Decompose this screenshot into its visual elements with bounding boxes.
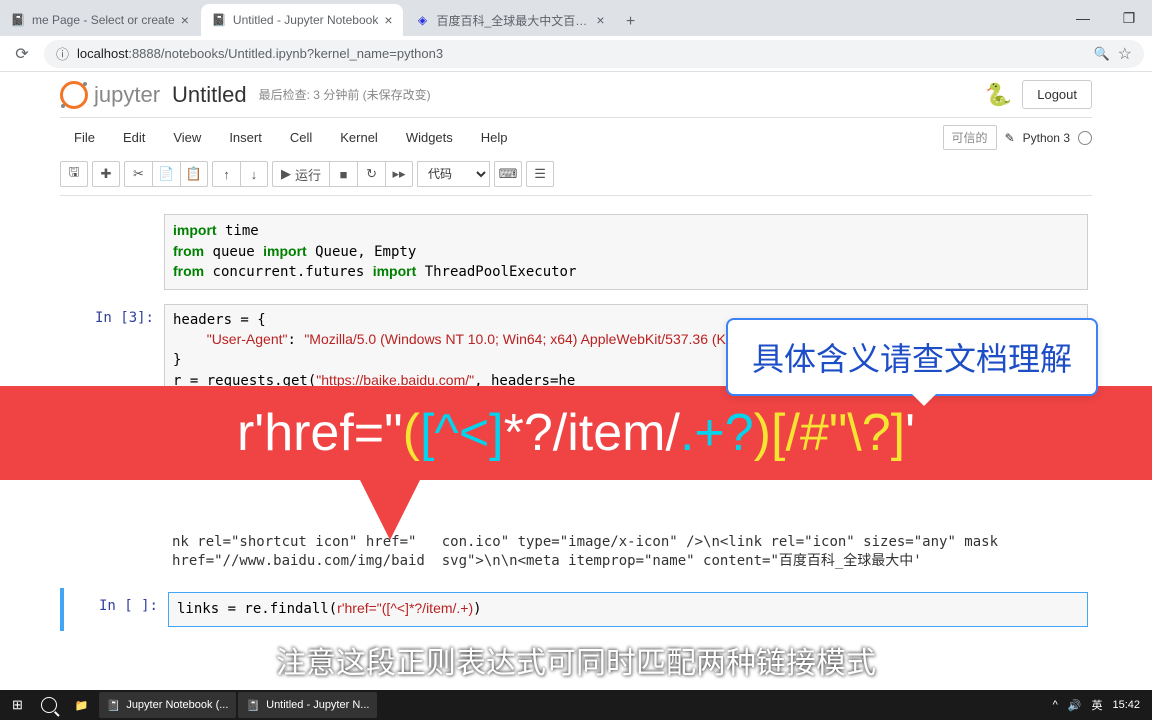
menu-cell[interactable]: Cell bbox=[276, 124, 326, 151]
edit-icon[interactable]: ✎ bbox=[1005, 131, 1015, 145]
menu-insert[interactable]: Insert bbox=[215, 124, 276, 151]
cell-output: nk rel="shortcut icon" href=" con.ico" t… bbox=[164, 527, 1088, 578]
volume-icon[interactable]: 🔊 bbox=[1068, 699, 1082, 712]
browser-tab[interactable]: ◈ 百度百科_全球最大中文百科全书 × bbox=[405, 4, 615, 36]
url-input[interactable]: ⓘ localhost:8888/notebooks/Untitled.ipyn… bbox=[44, 40, 1144, 68]
overlay-pointer bbox=[360, 480, 420, 540]
kernel-status-icon bbox=[1078, 131, 1092, 145]
search-icon bbox=[41, 697, 57, 713]
cell-input[interactable]: import time from queue import Queue, Emp… bbox=[164, 214, 1088, 290]
restart-button[interactable]: ↻ bbox=[357, 161, 385, 187]
zoom-icon[interactable]: 🔍 bbox=[1093, 46, 1109, 62]
menu-kernel[interactable]: Kernel bbox=[326, 124, 392, 151]
maximize-button[interactable]: ❐ bbox=[1106, 0, 1152, 36]
checkpoint-status: 最后检查: 3 分钟前 (未保存改变) bbox=[259, 86, 431, 103]
regex-overlay: r'href="([^<]*?/item/.+?)[/#"\?]' bbox=[0, 386, 1152, 480]
baidu-icon: ◈ bbox=[415, 12, 431, 28]
notebook-icon: 📓 bbox=[10, 12, 26, 28]
restart-run-button[interactable]: ▸▸ bbox=[385, 161, 413, 187]
window-controls: — ❐ bbox=[1060, 0, 1152, 36]
menu-widgets[interactable]: Widgets bbox=[392, 124, 467, 151]
close-icon[interactable]: × bbox=[181, 12, 189, 28]
tab-title: me Page - Select or create bbox=[32, 13, 175, 27]
cell-prompt bbox=[64, 214, 164, 290]
jupyter-logo[interactable]: jupyter bbox=[60, 81, 160, 109]
trusted-badge[interactable]: 可信的 bbox=[943, 125, 997, 150]
add-cell-button[interactable]: ✚ bbox=[92, 161, 120, 187]
stop-button[interactable]: ■ bbox=[329, 161, 357, 187]
keyboard-button[interactable]: ⌨ bbox=[494, 161, 522, 187]
video-subtitle: 注意这段正则表达式可同时匹配两种链接模式 bbox=[276, 638, 876, 682]
run-button[interactable]: ▶ 运行 bbox=[272, 161, 329, 187]
file-explorer-button[interactable]: 📁 bbox=[67, 692, 97, 718]
cut-button[interactable]: ✂ bbox=[124, 161, 152, 187]
browser-tab[interactable]: 📓 me Page - Select or create × bbox=[0, 4, 199, 36]
taskbar-app[interactable]: 📓 Jupyter Notebook (... bbox=[99, 692, 237, 718]
cell-input[interactable]: links = re.findall(r'href="([^<]*?/item/… bbox=[168, 592, 1088, 627]
bookmark-star-icon[interactable]: ☆ bbox=[1118, 44, 1132, 64]
close-icon[interactable]: × bbox=[384, 12, 392, 28]
command-palette-button[interactable]: ☰ bbox=[526, 161, 554, 187]
output-cell: nk rel="shortcut icon" href=" con.ico" t… bbox=[60, 523, 1092, 582]
taskbar-app[interactable]: 📓 Untitled - Jupyter N... bbox=[238, 692, 377, 718]
paste-button[interactable]: 📋 bbox=[180, 161, 208, 187]
cell-prompt bbox=[64, 527, 164, 578]
move-up-button[interactable]: ↑ bbox=[212, 161, 240, 187]
address-bar: ⟳ ⓘ localhost:8888/notebooks/Untitled.ip… bbox=[0, 36, 1152, 72]
notebook-title[interactable]: Untitled bbox=[172, 82, 247, 108]
menu-view[interactable]: View bbox=[159, 124, 215, 151]
url-text: localhost:8888/notebooks/Untitled.ipynb?… bbox=[77, 46, 443, 61]
save-button[interactable]: 🖫 bbox=[60, 161, 88, 187]
menu-file[interactable]: File bbox=[60, 124, 109, 151]
start-button[interactable]: ⊞ bbox=[4, 692, 31, 718]
menu-help[interactable]: Help bbox=[467, 124, 522, 151]
annotation-callout: 具体含义请查文档理解 bbox=[726, 318, 1098, 396]
search-button[interactable] bbox=[33, 692, 65, 718]
tab-title: Untitled - Jupyter Notebook bbox=[233, 13, 378, 27]
code-cell[interactable]: import time from queue import Queue, Emp… bbox=[60, 210, 1092, 294]
browser-tab-strip: 📓 me Page - Select or create × 📓 Untitle… bbox=[0, 0, 1152, 36]
notebook-header: jupyter Untitled 最后检查: 3 分钟前 (未保存改变) 🐍 L… bbox=[60, 72, 1092, 118]
minimize-button[interactable]: — bbox=[1060, 0, 1106, 36]
notebook-icon: 📓 bbox=[211, 12, 227, 28]
menu-bar: File Edit View Insert Cell Kernel Widget… bbox=[60, 118, 1092, 157]
toolbar: 🖫 ✚ ✂ 📄 📋 ↑ ↓ ▶ 运行 ■ ↻ ▸▸ 代码 ⌨ ☰ bbox=[60, 157, 1092, 196]
reload-button[interactable]: ⟳ bbox=[8, 40, 36, 68]
python-icon: 🐍 bbox=[985, 82, 1012, 108]
move-down-button[interactable]: ↓ bbox=[240, 161, 268, 187]
ime-indicator[interactable]: 英 bbox=[1091, 697, 1102, 713]
cell-type-select[interactable]: 代码 bbox=[417, 161, 490, 187]
clock[interactable]: 15:42 bbox=[1112, 699, 1140, 711]
system-tray-up-icon[interactable]: ^ bbox=[1053, 699, 1058, 711]
cell-prompt: In [ ]: bbox=[68, 592, 168, 627]
jupyter-icon bbox=[60, 81, 88, 109]
jupyter-brand: jupyter bbox=[94, 82, 160, 108]
taskbar: ⊞ 📁 📓 Jupyter Notebook (... 📓 Untitled -… bbox=[0, 690, 1152, 720]
tab-title: 百度百科_全球最大中文百科全书 bbox=[437, 12, 591, 29]
code-cell-selected[interactable]: In [ ]: links = re.findall(r'href="([^<]… bbox=[60, 588, 1092, 631]
info-icon[interactable]: ⓘ bbox=[56, 44, 69, 63]
menu-edit[interactable]: Edit bbox=[109, 124, 159, 151]
kernel-name[interactable]: Python 3 bbox=[1023, 131, 1070, 145]
copy-button[interactable]: 📄 bbox=[152, 161, 180, 187]
new-tab-button[interactable]: + bbox=[617, 8, 645, 36]
logout-button[interactable]: Logout bbox=[1022, 80, 1092, 109]
browser-tab-active[interactable]: 📓 Untitled - Jupyter Notebook × bbox=[201, 4, 403, 36]
close-icon[interactable]: × bbox=[596, 12, 604, 28]
